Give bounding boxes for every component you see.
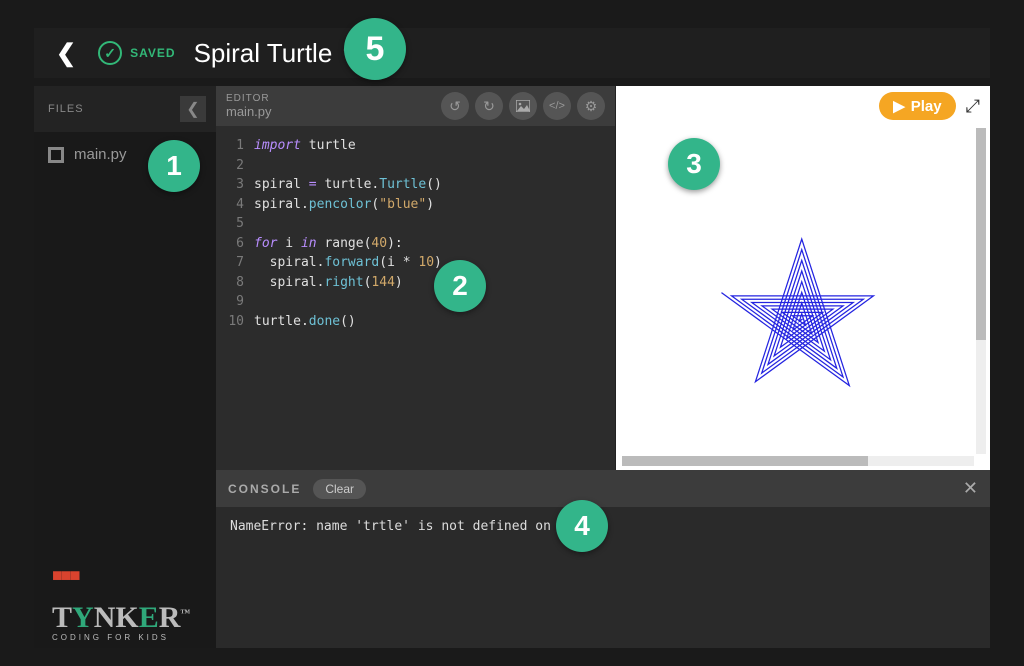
editor-preview-row: EDITOR main.py ↺ ↻ </> ⚙ (216, 86, 990, 470)
undo-button[interactable]: ↺ (441, 92, 469, 120)
play-icon: ▶ (893, 97, 905, 115)
saved-check-icon: ✓ (98, 41, 122, 65)
callout-badge-4: 4 (556, 500, 608, 552)
redo-button[interactable]: ↻ (475, 92, 503, 120)
callout-badge-1: 1 (148, 140, 200, 192)
console-header: CONSOLE Clear ✕ (216, 470, 990, 507)
callout-badge-2: 2 (434, 260, 486, 312)
tynker-logo: ■■■ TYNKER™ CODING FOR KIDS (52, 567, 190, 642)
sidebar-title: FILES (48, 103, 84, 115)
editor-filename: main.py (226, 104, 272, 119)
file-icon (48, 147, 64, 163)
editor-label: EDITOR (226, 93, 272, 104)
console-label: CONSOLE (228, 482, 301, 496)
editor-panel: EDITOR main.py ↺ ↻ </> ⚙ (216, 86, 615, 470)
editor-header: EDITOR main.py ↺ ↻ </> ⚙ (216, 86, 615, 126)
top-bar: ❮ ✓ SAVED Spiral Turtle ✎ (34, 28, 990, 78)
app-root: ❮ ✓ SAVED Spiral Turtle ✎ FILES ❮ main.p… (0, 0, 1024, 666)
preview-panel: ▶ Play ⤢ (615, 86, 990, 470)
code-area[interactable]: 1import turtle 2 3spiral = turtle.Turtle… (216, 126, 615, 341)
code-button[interactable]: </> (543, 92, 571, 120)
callout-badge-3: 3 (668, 138, 720, 190)
sidebar-collapse-button[interactable]: ❮ (180, 96, 206, 122)
horizontal-scrollbar[interactable] (622, 456, 974, 466)
file-name: main.py (74, 146, 127, 163)
image-button[interactable] (509, 92, 537, 120)
fullscreen-button[interactable]: ⤢ (966, 96, 980, 117)
back-button[interactable]: ❮ (46, 35, 86, 72)
play-button[interactable]: ▶ Play (879, 92, 955, 120)
saved-label: SAVED (130, 46, 175, 60)
console-panel: CONSOLE Clear ✕ NameError: name 'trtle' … (216, 470, 990, 648)
editor-toolbar: ↺ ↻ </> ⚙ (441, 92, 605, 120)
vertical-scrollbar[interactable] (976, 128, 986, 454)
main-area: EDITOR main.py ↺ ↻ </> ⚙ (216, 86, 990, 648)
callout-badge-5: 5 (344, 18, 406, 80)
clear-button[interactable]: Clear (313, 479, 366, 499)
project-title: Spiral Turtle (194, 38, 333, 69)
settings-button[interactable]: ⚙ (577, 92, 605, 120)
play-label: Play (911, 98, 942, 115)
preview-toolbar: ▶ Play ⤢ (616, 86, 990, 126)
sidebar-header: FILES ❮ (34, 86, 216, 132)
console-close-button[interactable]: ✕ (963, 478, 978, 499)
